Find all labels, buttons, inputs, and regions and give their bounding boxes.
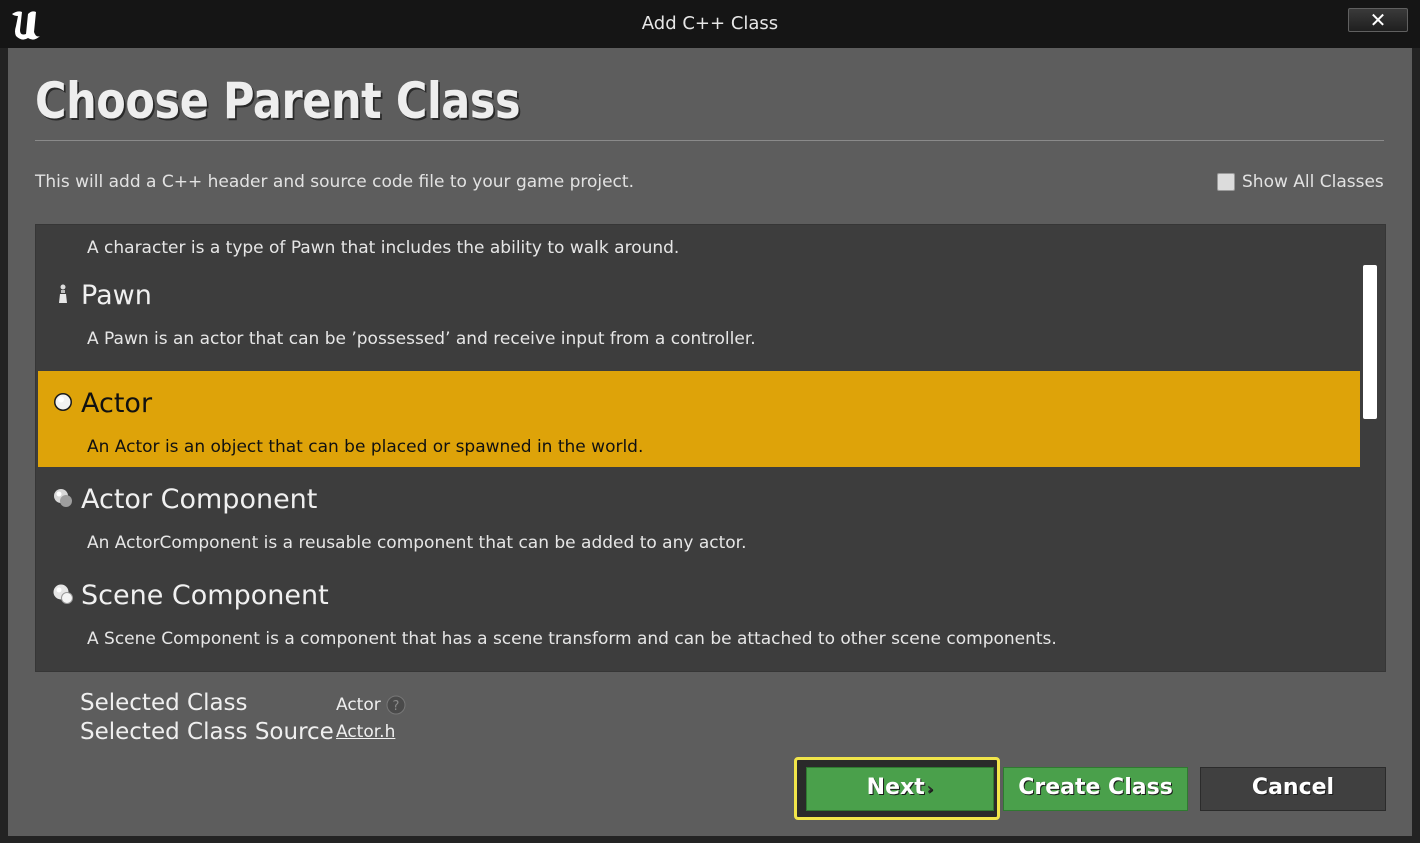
next-button[interactable]: Next › [806, 767, 994, 811]
chevron-right-icon: › [926, 779, 934, 798]
page-title: Choose Parent Class [35, 72, 521, 130]
list-item-name: Scene Component [81, 580, 329, 611]
list-item-desc: A character is a type of Pawn that inclu… [87, 238, 680, 258]
list-item-scene-component[interactable]: Scene Component A Scene Component is a c… [38, 563, 1360, 659]
help-icon[interactable]: ? [386, 695, 406, 715]
pawn-icon [59, 284, 67, 303]
list-item-name: Pawn [81, 280, 152, 311]
scene-component-icon [53, 584, 73, 604]
cancel-button[interactable]: Cancel [1200, 767, 1386, 811]
add-cpp-class-window: Add C++ Class ✕ Choose Parent Class This… [0, 0, 1420, 843]
list-item-desc: A Pawn is an actor that can be ’possesse… [87, 329, 756, 349]
next-button-label: Next [866, 775, 925, 800]
svg-text:?: ? [393, 699, 400, 714]
list-item-name: Actor [81, 388, 153, 419]
list-scrollbar-thumb[interactable] [1363, 265, 1377, 419]
dialog-description: This will add a C++ header and source co… [35, 172, 634, 192]
list-item-actor[interactable]: Actor An Actor is an object that can be … [38, 371, 1360, 467]
list-item-desc: A Scene Component is a component that ha… [87, 629, 1057, 649]
actor-component-icon [54, 489, 72, 507]
list-item-actor-component[interactable]: Actor Component An ActorComponent is a r… [38, 467, 1360, 563]
selected-class-source-label: Selected Class Source [80, 719, 334, 745]
title-bar[interactable]: Add C++ Class ✕ [0, 0, 1420, 48]
close-button[interactable]: ✕ [1348, 8, 1408, 32]
show-all-classes-toggle[interactable]: Show All Classes [1217, 171, 1384, 193]
show-all-classes-checkbox[interactable] [1217, 173, 1235, 191]
create-class-button[interactable]: Create Class [1003, 767, 1188, 811]
title-divider [35, 140, 1384, 141]
list-item-name: Actor Component [81, 484, 318, 515]
show-all-classes-label: Show All Classes [1242, 172, 1384, 192]
window-title: Add C++ Class [641, 13, 779, 34]
parent-class-list[interactable]: A character is a type of Pawn that inclu… [35, 224, 1386, 672]
list-item-desc: An ActorComponent is a reusable componen… [87, 533, 747, 553]
actor-sphere-icon [54, 393, 72, 411]
list-item-pawn[interactable]: Pawn A Pawn is an actor that can be ’pos… [38, 263, 1360, 359]
selected-class-source-link[interactable]: Actor.h [336, 722, 395, 742]
selected-class-label: Selected Class [80, 690, 248, 716]
list-item-desc: An Actor is an object that can be placed… [87, 437, 644, 457]
dialog-content: Choose Parent Class This will add a C++ … [8, 48, 1412, 836]
selected-class-value: Actor [336, 695, 381, 715]
